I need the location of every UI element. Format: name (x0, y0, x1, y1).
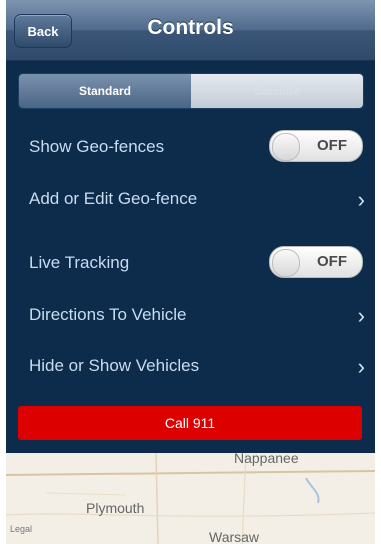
controls-panel: Standard Satellite Show Geo-fences OFF A… (6, 61, 375, 453)
toggle-knob (272, 133, 300, 161)
row-live-tracking: Live Tracking OFF (6, 241, 375, 285)
call-911-button[interactable]: Call 911 (18, 406, 362, 440)
segment-satellite[interactable]: Satellite (191, 74, 363, 108)
map-label-plymouth: Plymouth (86, 500, 145, 516)
row-label: Directions To Vehicle (29, 305, 187, 324)
toggle-state: OFF (317, 253, 347, 270)
map-label-nappanee: Nappanee (234, 453, 299, 466)
segment-standard[interactable]: Standard (19, 74, 191, 108)
row-label: Add or Edit Geo-fence (29, 189, 198, 208)
chevron-right-icon: › (357, 303, 365, 328)
row-label: Live Tracking (29, 253, 130, 272)
toggle-knob (272, 249, 300, 277)
row-directions-to-vehicle[interactable]: Directions To Vehicle › (6, 293, 375, 337)
map-label-warsaw: Warsaw (209, 529, 260, 544)
map-legal-link[interactable]: Legal (10, 524, 32, 534)
map-roads (6, 453, 375, 544)
page-title: Controls (147, 16, 234, 39)
row-hide-show-vehicles[interactable]: Hide or Show Vehicles › (6, 344, 375, 388)
live-tracking-toggle[interactable]: OFF (269, 246, 363, 278)
map-type-segmented-control: Standard Satellite (18, 73, 364, 109)
row-label: Show Geo-fences (29, 137, 165, 156)
row-add-edit-geofence[interactable]: Add or Edit Geo-fence › (6, 177, 375, 221)
navigation-bar: Back Controls (6, 0, 375, 61)
show-geofences-toggle[interactable]: OFF (269, 130, 363, 162)
toggle-state: OFF (317, 137, 347, 154)
map-view[interactable]: Nappanee Plymouth Warsaw Legal (6, 453, 375, 544)
app-frame: Back Controls Standard Satellite Show Ge… (6, 0, 375, 544)
row-label: Hide or Show Vehicles (29, 356, 200, 375)
row-show-geofences: Show Geo-fences OFF (6, 125, 375, 169)
chevron-right-icon: › (357, 187, 365, 212)
chevron-right-icon: › (357, 354, 365, 379)
